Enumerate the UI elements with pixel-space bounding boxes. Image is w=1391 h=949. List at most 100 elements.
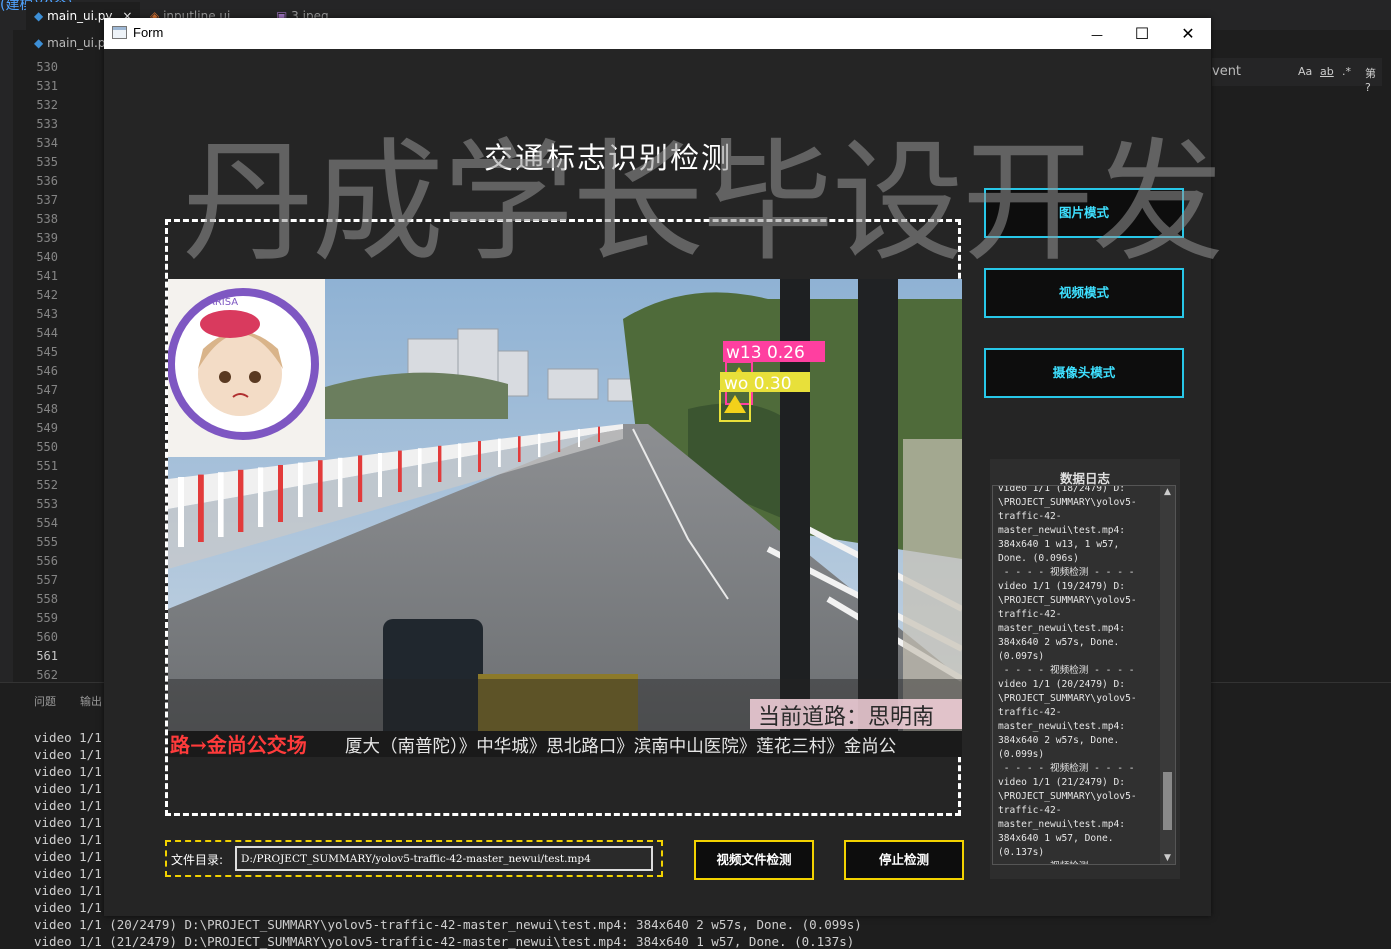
line-number: 543 <box>36 307 58 321</box>
breadcrumb-label: main_ui.py <box>47 36 113 50</box>
line-number: 542 <box>36 288 58 302</box>
video-mode-button[interactable]: 视频模式 <box>984 268 1184 318</box>
line-number: 530 <box>36 60 58 74</box>
log-line: master_newui\test.mp4: <box>998 623 1126 634</box>
line-number: 539 <box>36 231 58 245</box>
fence-post <box>398 450 402 492</box>
log-line: 384x640 2 w57s, Done. <box>998 735 1120 746</box>
python-file-icon: ◆ <box>34 9 44 23</box>
log-line: video 1/1 (20/2479) D: <box>998 679 1126 690</box>
terminal-line: video 1/1 <box>34 849 102 864</box>
line-number: 546 <box>36 364 58 378</box>
fence-post <box>278 465 283 522</box>
fence-post <box>298 462 303 517</box>
log-line: master_newui\test.mp4: <box>998 721 1126 732</box>
log-line: (0.097s) <box>998 651 1045 662</box>
log-line: \PROJECT_SUMMARY\yolov5- <box>998 595 1137 606</box>
log-line: master_newui\test.mp4: <box>998 525 1126 536</box>
line-number: 560 <box>36 630 58 644</box>
close-icon: ✕ <box>1181 24 1195 43</box>
line-number: 537 <box>36 193 58 207</box>
breadcrumb[interactable]: ◆ main_ui.py <box>34 36 113 50</box>
window-title: Form <box>133 25 164 40</box>
line-number: 556 <box>36 554 58 568</box>
maximize-button[interactable]: ☐ <box>1119 18 1165 49</box>
stop-detect-button[interactable]: 停止检测 <box>844 840 964 880</box>
maximize-icon: ☐ <box>1134 24 1150 43</box>
match-word-toggle[interactable]: ab <box>1320 65 1334 78</box>
fence-post <box>358 455 363 502</box>
fence-post <box>538 433 541 457</box>
log-line: traffic-42- <box>998 707 1062 718</box>
close-button[interactable]: ✕ <box>1165 18 1211 49</box>
log-line: \PROJECT_SUMMARY\yolov5- <box>998 791 1137 802</box>
sticker-text: ARISA <box>208 297 238 308</box>
scroll-down-icon[interactable]: ▼ <box>1160 853 1175 863</box>
terminal-line: video 1/1 <box>34 883 102 898</box>
log-line: 384x640 1 w13, 1 w57, <box>998 539 1120 550</box>
scroll-up-icon[interactable]: ▲ <box>1160 487 1175 497</box>
line-number: 545 <box>36 345 58 359</box>
line-number: 548 <box>36 402 58 416</box>
minimize-button[interactable]: — <box>1074 18 1120 49</box>
line-number: 558 <box>36 592 58 606</box>
road-scene-illustration: ARISA w13 0.26 wo 0.30 当前道路：思明南 路→金尚公交场 … <box>168 279 962 757</box>
scroll-thumb[interactable] <box>1163 772 1172 830</box>
form-window: Form — ☐ ✕ 交通标志识别检测 ARISA w13 0.26 wo 0.… <box>104 18 1211 916</box>
line-number: 538 <box>36 212 58 226</box>
log-line: 384x640 2 w57s, Done. <box>998 637 1120 648</box>
window-titlebar[interactable]: Form — ☐ ✕ <box>104 18 1211 49</box>
file-path-input[interactable] <box>235 846 653 871</box>
log-line: Done. (0.096s) <box>998 553 1079 564</box>
anime-sticker: ARISA <box>168 279 325 457</box>
line-number: 551 <box>36 459 58 473</box>
line-number: 541 <box>36 269 58 283</box>
log-line: - - - - 视频检测 <box>998 860 1158 864</box>
fence-post <box>338 457 343 507</box>
terminal-line: video 1/1 <box>34 730 102 745</box>
terminal-line: video 1/1 (20/2479) D:\PROJECT_SUMMARY\y… <box>34 917 862 932</box>
line-number: 547 <box>36 383 58 397</box>
find-input[interactable]: vent <box>1212 64 1241 79</box>
terminal-line: video 1/1 <box>34 781 102 796</box>
file-path-group: 文件目录: <box>165 840 663 877</box>
line-number: 552 <box>36 478 58 492</box>
terminal-line: video 1/1 <box>34 900 102 915</box>
log-line: (0.137s) <box>998 847 1045 858</box>
log-line: \PROJECT_SUMMARY\yolov5- <box>998 497 1137 508</box>
window-app-icon <box>112 26 127 39</box>
line-number: 540 <box>36 250 58 264</box>
line-number: 535 <box>36 155 58 169</box>
find-widget[interactable]: vent Aa ab .* 第 ? <box>1212 58 1382 94</box>
terminal-line: video 1/1 <box>34 798 102 813</box>
log-line: - - - - 视频检测 - - - - <box>998 763 1135 774</box>
panel-tab-problems[interactable]: 问题 <box>34 693 56 709</box>
log-line: traffic-42- <box>998 805 1062 816</box>
video-frame-image: ARISA w13 0.26 wo 0.30 当前道路：思明南 路→金尚公交场 … <box>168 279 962 757</box>
fence-post <box>558 431 561 452</box>
log-line: master_newui\test.mp4: <box>998 819 1126 830</box>
match-case-toggle[interactable]: Aa <box>1298 65 1312 78</box>
line-number: 557 <box>36 573 58 587</box>
fence-post <box>378 453 382 497</box>
log-line: video 1/1 (21/2479) D: <box>998 777 1126 788</box>
fence-post <box>258 467 264 527</box>
log-line: 384x640 1 w57, Done. <box>998 833 1114 844</box>
fence-post <box>198 474 204 542</box>
camera-mode-button[interactable]: 摄像头模式 <box>984 348 1184 398</box>
line-number: 534 <box>36 136 58 150</box>
detection-label: wo 0.30 <box>724 374 792 394</box>
panel-tab-output[interactable]: 输出 <box>80 693 102 709</box>
log-line: traffic-42- <box>998 511 1062 522</box>
regex-toggle[interactable]: .* <box>1342 65 1351 78</box>
fence-post <box>518 436 521 462</box>
line-number: 550 <box>36 440 58 454</box>
video-file-detect-button[interactable]: 视频文件检测 <box>694 840 814 880</box>
log-line: video 1/1 (18/2479) D: <box>998 485 1126 494</box>
image-mode-button[interactable]: 图片模式 <box>984 188 1184 238</box>
route-ticker-highlight: 路→金尚公交场 <box>170 733 307 757</box>
log-scrollbar[interactable]: ▲ ▼ <box>1160 486 1175 864</box>
fence-post <box>318 460 323 512</box>
log-textbox[interactable]: video 1/1 (18/2479) D: \PROJECT_SUMMARY\y… <box>992 485 1176 865</box>
fence-post <box>458 443 462 477</box>
